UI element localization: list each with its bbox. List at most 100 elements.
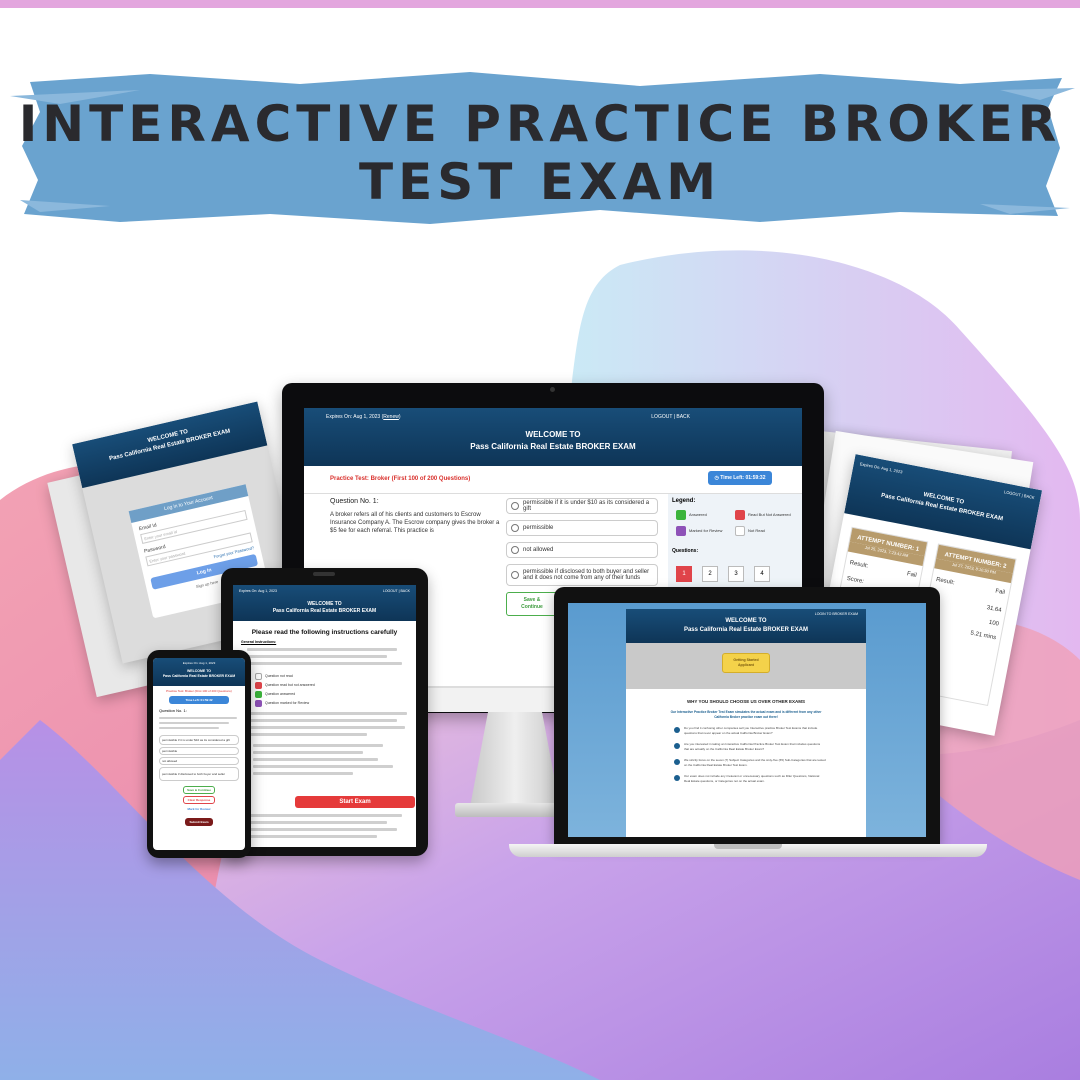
tablet-legend-3: Question answered — [255, 690, 416, 699]
legend-not-read: Not Read — [735, 526, 794, 536]
results-expires: Expires On: Aug 1, 2023 — [859, 461, 903, 475]
tablet-legend-3-swatch — [255, 690, 262, 698]
bullet-icon — [674, 743, 680, 749]
phone-submit-button[interactable]: Submit Exam — [185, 818, 213, 826]
instruction-line — [253, 744, 383, 747]
question-grid: 1234 — [668, 558, 802, 586]
phone-title: Pass California Real Estate BROKER EXAM — [162, 674, 236, 678]
applicant-label: Applicant — [738, 663, 754, 667]
instruction-lines-2 — [233, 708, 416, 786]
option-4[interactable]: permissible if disclosed to both buyer a… — [506, 564, 658, 586]
phone-practice: Practice Test: Broker (First 100 of 200 … — [166, 689, 232, 693]
monitor-expires-wrap: Expires On: Aug 1, 2023 (Renew) — [326, 414, 401, 420]
option-2-radio[interactable] — [511, 524, 519, 532]
question-button-2[interactable]: 2 — [702, 566, 718, 582]
phone-header: Expires On: Aug 1, 2023 WELCOME TO Pass … — [153, 658, 245, 686]
laptop-nav[interactable]: LOGIN TO BROKER EXAM — [815, 610, 858, 619]
why-point-2-text: Are you interested in taking an Interact… — [684, 742, 821, 751]
question-button-4[interactable]: 4 — [754, 566, 770, 582]
phone-save-button[interactable]: Save & Continue — [183, 786, 215, 794]
phone-option-3[interactable]: not allowed — [159, 757, 239, 765]
monitor-title: Pass California Real Estate BROKER EXAM — [470, 442, 636, 451]
phone-question-line — [159, 722, 229, 724]
laptop-hero: Getting Started Applicant — [626, 643, 866, 689]
instruction-line — [247, 648, 397, 651]
timer-text: Time Left: 01:59:32 — [720, 475, 766, 481]
legend-answered-label: Answered — [689, 512, 707, 518]
why-point-3: We strictly focus on the seven (7) Subje… — [674, 758, 826, 767]
tablet-welcome: WELCOME TO — [307, 601, 342, 607]
phone-clear-button[interactable]: Clear Response — [183, 796, 215, 804]
option-4-radio[interactable] — [511, 571, 519, 579]
monitor-expires: Expires On: Aug 1, 2023 — [326, 414, 381, 420]
instruction-line — [247, 662, 402, 665]
monitor-topbar: Expires On: Aug 1, 2023 (Renew) LOGOUT |… — [304, 408, 802, 420]
tablet-nav[interactable]: LOGOUT | BACK — [383, 588, 410, 595]
tablet-topbar: Expires On: Aug 1, 2023 LOGOUT | BACK — [233, 585, 416, 595]
phone-question-lines — [153, 715, 245, 733]
tablet-legend-4-swatch — [255, 699, 262, 707]
tablet-legend-1-swatch — [255, 672, 262, 680]
tablet-legend-4: Question marked for Review — [255, 699, 416, 708]
phone-option-2[interactable]: permissible — [159, 747, 239, 755]
legend-not-read-swatch — [735, 526, 745, 536]
option-1[interactable]: permissible if it is under $10 as its co… — [506, 498, 658, 514]
save-continue-button[interactable]: Save & Continue — [506, 592, 558, 616]
option-3[interactable]: not allowed — [506, 542, 658, 558]
why-title: WHY YOU SHOULD CHOOSE US OVER OTHER EXAM… — [686, 699, 806, 704]
instruction-line — [247, 712, 407, 715]
legend-not-read-label: Not Read — [748, 528, 765, 534]
question-button-1[interactable]: 1 — [676, 566, 692, 582]
instruction-line — [247, 828, 397, 831]
legend-marked-swatch — [676, 526, 686, 536]
phone-option-1[interactable]: permissible if it is under $10 as its co… — [159, 735, 239, 745]
renew-link[interactable]: Renew — [383, 414, 399, 420]
question-button-3[interactable]: 3 — [728, 566, 744, 582]
instruction-line — [253, 772, 353, 775]
start-exam-button[interactable]: Start Exam — [295, 796, 415, 808]
tablet-legend-1-label: Question not read — [265, 674, 293, 678]
monitor-welcome: WELCOME TO — [525, 430, 581, 439]
phone-screen: Expires On: Aug 1, 2023 WELCOME TO Pass … — [153, 658, 245, 850]
monitor-nav[interactable]: LOGOUT | BACK — [651, 414, 690, 420]
tablet-legend-4-label: Question marked for Review — [265, 701, 310, 705]
instruction-line — [253, 765, 393, 768]
tablet-legend: Question not read Question read but not … — [255, 672, 416, 708]
bullet-icon — [674, 727, 680, 733]
tablet-screen: Expires On: Aug 1, 2023 LOGOUT | BACK WE… — [233, 585, 416, 847]
tablet-legend-2-swatch — [255, 681, 262, 689]
phone-option-2-text: permissible — [162, 749, 178, 753]
why-point-4: Our exam does not include any irrelevant… — [674, 774, 826, 783]
instruction-line — [247, 726, 405, 729]
legend-read: Read But Not Answered — [735, 510, 794, 520]
instruction-line — [247, 655, 387, 658]
headline-line1: INTERACTIVE PRACTICE BROKER — [18, 95, 1062, 153]
tablet-camera — [313, 572, 335, 576]
getting-started-button[interactable]: Getting Started Applicant — [722, 653, 770, 673]
option-1-radio[interactable] — [511, 502, 519, 510]
option-3-radio[interactable] — [511, 546, 519, 554]
question-text: A broker refers all of his clients and c… — [330, 512, 500, 534]
option-2[interactable]: permissible — [506, 520, 658, 536]
questions-title: Questions: — [672, 548, 699, 554]
timer-button[interactable]: ◷ Time Left: 01:59:32 — [708, 471, 772, 485]
phone-expires: Expires On: Aug 1, 2023 — [182, 661, 216, 665]
tablet-legend-1: Question not read — [255, 672, 416, 681]
phone-mark-button[interactable]: Mark for Review — [183, 806, 215, 812]
instruction-line — [247, 719, 397, 722]
practice-label: Practice Test: Broker (First 100 of 200 … — [330, 476, 471, 482]
bullet-icon — [674, 759, 680, 765]
phone-option-4-text: permissible if disclosed to both buyer a… — [162, 772, 226, 776]
tablet-legend-3-label: Question answered — [265, 692, 296, 696]
option-3-text: not allowed — [523, 547, 554, 553]
results-nav[interactable]: LOGOUT | BACK — [1003, 487, 1035, 502]
phone-option-4[interactable]: permissible if disclosed to both buyer a… — [159, 767, 239, 781]
legend-read-label: Read But Not Answered — [748, 512, 791, 518]
headline-line2: TEST EXAM — [359, 153, 721, 211]
question-number: Question No. 1: — [330, 498, 379, 505]
instruction-line — [247, 835, 377, 838]
phone-timer[interactable]: Time Left: 01:59:32 — [169, 696, 229, 704]
phone-question-no: Question No. 1: — [159, 708, 187, 713]
monitor-header: Expires On: Aug 1, 2023 (Renew) LOGOUT |… — [304, 408, 802, 466]
instructions-title: Please read the following instructions c… — [251, 629, 398, 636]
